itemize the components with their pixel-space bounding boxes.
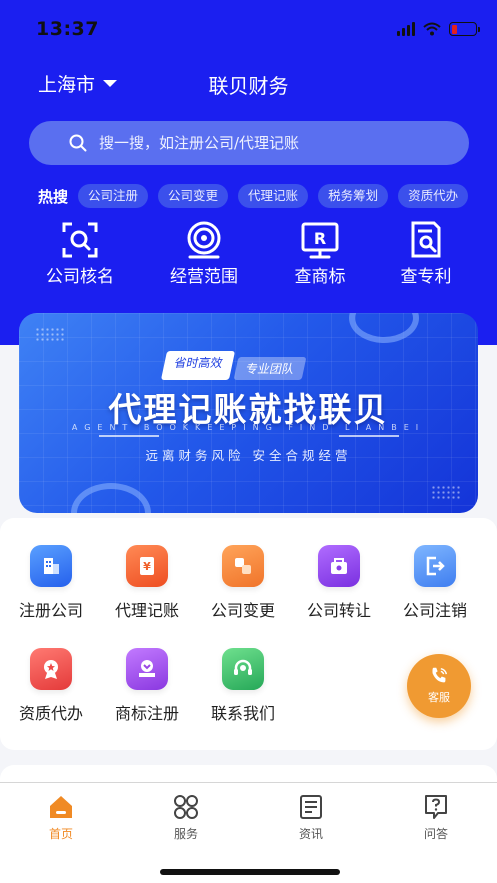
quick-tool-label: 查专利 <box>400 267 452 287</box>
customer-service-button[interactable]: 客服 <box>407 654 471 718</box>
customer-service-label: 客服 <box>428 691 450 704</box>
tab-label: 问答 <box>423 827 448 841</box>
banner-divider <box>99 435 159 437</box>
status-bar: 13:37 <box>0 0 497 58</box>
svg-text:¥: ¥ <box>143 560 151 573</box>
logout-icon <box>414 545 456 587</box>
news-icon <box>300 795 322 819</box>
transfer-icon <box>318 545 360 587</box>
service-qualification[interactable]: 资质代办 <box>3 648 99 724</box>
service-company-change[interactable]: 公司变更 <box>195 545 291 621</box>
qa-icon <box>425 795 447 819</box>
service-label: 注册公司 <box>18 601 83 620</box>
hot-search-row: 热搜 公司注册 公司变更 代理记账 税务筹划 资质代办 <box>38 184 478 208</box>
battery-icon <box>449 22 480 36</box>
quick-tool-trademark[interactable]: R 查商标 <box>270 220 370 287</box>
tab-label: 资讯 <box>298 827 323 841</box>
banner-dots <box>35 327 65 341</box>
change-icon <box>222 545 264 587</box>
service-grid: 注册公司 ¥ 代理记账 公司变更 公司转让 公司注销 资质代办 商标注册 联系我… <box>0 518 497 750</box>
quick-tool-label: 经营范围 <box>170 267 238 287</box>
hot-tag[interactable]: 税务筹划 <box>318 184 389 208</box>
grid-icon <box>174 795 198 819</box>
service-label: 代理记账 <box>114 601 179 620</box>
service-bookkeeping[interactable]: ¥ 代理记账 <box>99 545 195 621</box>
home-indicator <box>160 869 340 875</box>
status-icons <box>397 22 480 36</box>
service-company-deregister[interactable]: 公司注销 <box>387 545 483 621</box>
search-bar[interactable] <box>29 121 469 165</box>
quick-tool-company-name[interactable]: 公司核名 <box>30 220 130 287</box>
search-input[interactable] <box>99 134 439 152</box>
headset-icon <box>222 648 264 690</box>
service-company-transfer[interactable]: 公司转让 <box>291 545 387 621</box>
banner-divider <box>339 435 399 437</box>
tab-services[interactable]: 服务 <box>146 793 226 842</box>
quick-tool-business-scope[interactable]: 经营范围 <box>154 220 254 287</box>
banner-tags: 省时高效 专业团队 <box>160 351 307 380</box>
promo-banner[interactable]: 省时高效 专业团队 代理记账就找联贝 AGENT BOOKKEEPING FIN… <box>19 313 478 513</box>
service-register-company[interactable]: 注册公司 <box>3 545 99 621</box>
banner-tag: 省时高效 <box>160 351 236 380</box>
tab-label: 服务 <box>173 827 198 841</box>
wifi-icon <box>423 22 441 36</box>
banner-tag: 专业团队 <box>233 357 307 380</box>
hot-search-label: 热搜 <box>38 187 69 206</box>
quick-tool-label: 公司核名 <box>46 267 114 287</box>
banner-subtitle: 远离财务风险 安全合规经营 <box>145 448 352 463</box>
hot-tag[interactable]: 公司变更 <box>158 184 229 208</box>
service-contact-us[interactable]: 联系我们 <box>195 648 291 724</box>
tab-home[interactable]: 首页 <box>21 793 101 842</box>
service-label: 公司注销 <box>402 601 467 620</box>
phone-icon <box>432 667 448 683</box>
signal-icon <box>397 22 415 36</box>
quick-tool-patent[interactable]: 查专利 <box>376 220 476 287</box>
quick-tool-label: 查商标 <box>294 267 346 287</box>
service-label: 资质代办 <box>18 704 83 723</box>
svg-text:R: R <box>314 229 326 248</box>
bottom-tab-bar: 首页 服务 资讯 问答 <box>0 782 497 883</box>
banner-subtitle-en: AGENT BOOKKEEPING FIND LIANBEI <box>71 423 426 432</box>
tab-qa[interactable]: 问答 <box>396 793 476 842</box>
search-icon <box>69 134 87 152</box>
service-label: 联系我们 <box>210 704 275 723</box>
status-time: 13:37 <box>36 18 99 40</box>
badge-icon <box>30 648 72 690</box>
tab-label: 首页 <box>48 827 73 841</box>
trademark-icon <box>126 648 168 690</box>
app-title: 联贝财务 <box>208 74 289 98</box>
banner-dots <box>431 485 461 499</box>
trademark-search-icon: R <box>301 222 339 259</box>
hot-tag[interactable]: 代理记账 <box>238 184 309 208</box>
hot-tag[interactable]: 资质代办 <box>398 184 469 208</box>
scan-icon <box>62 222 98 258</box>
tab-news[interactable]: 资讯 <box>271 793 351 842</box>
patent-search-icon <box>411 221 441 258</box>
building-icon <box>30 545 72 587</box>
ledger-icon: ¥ <box>126 545 168 587</box>
service-label: 公司转让 <box>306 601 371 620</box>
service-label: 商标注册 <box>114 704 179 723</box>
home-icon <box>50 796 72 818</box>
service-trademark-register[interactable]: 商标注册 <box>99 648 195 724</box>
target-icon <box>187 221 221 259</box>
hot-tag[interactable]: 公司注册 <box>78 184 149 208</box>
service-label: 公司变更 <box>210 601 275 620</box>
